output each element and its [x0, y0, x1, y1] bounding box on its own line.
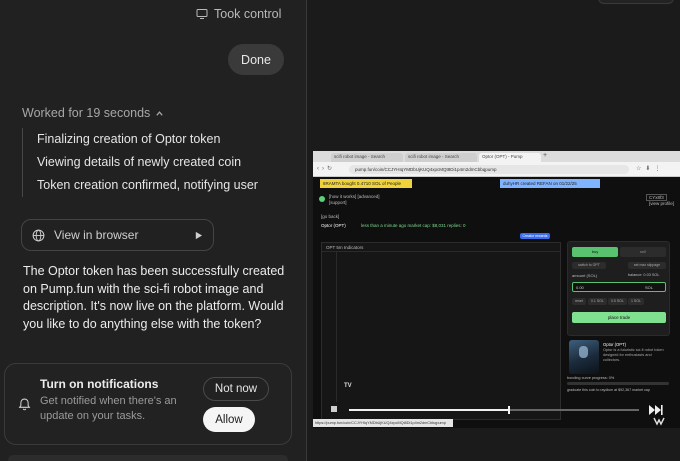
- chat-panel: Took control Done Worked for 19 seconds …: [0, 0, 306, 461]
- browser-viewer-panel: scifi robot image - Search scifi robot i…: [307, 0, 680, 461]
- play-icon: [195, 231, 203, 239]
- monitor-icon: [196, 9, 208, 19]
- how-it-works-link[interactable]: [how it works] [advanced]: [329, 194, 380, 199]
- price-chart[interactable]: OPT 5m Indicators Creator rewards TV: [321, 233, 561, 420]
- amount-value: 0.00: [576, 285, 584, 290]
- token-stats: less than a minute ago market cap: $8,03…: [361, 223, 466, 228]
- notification-card: Turn on notifications Get notified when …: [4, 363, 292, 445]
- bonding-curve-label: bonding curve progress: 0%: [567, 376, 615, 380]
- notification-description: Get notified when there's an update on y…: [40, 395, 177, 422]
- view-profile-link[interactable]: [view profile]: [649, 201, 674, 206]
- place-trade-button[interactable]: place trade: [572, 312, 666, 323]
- browser-tab-strip: scifi robot image - Search scifi robot i…: [313, 151, 680, 162]
- quick-amount-button[interactable]: 0.1 SOL: [588, 298, 607, 305]
- composer-edge[interactable]: [8, 455, 288, 461]
- stop-icon[interactable]: [331, 406, 337, 412]
- playback-scrubber[interactable]: [507, 406, 510, 414]
- amount-input[interactable]: 0.00 SOL: [572, 282, 666, 292]
- step-item: Finalizing creation of Optor token: [37, 132, 221, 146]
- not-now-button[interactable]: Not now: [203, 377, 269, 401]
- browser-actions-icon[interactable]: ☆⬇⋮: [636, 165, 664, 172]
- quick-amount-button[interactable]: 0.5 SOL: [608, 298, 627, 305]
- nav-arrows-icon[interactable]: ‹›↻: [317, 165, 335, 172]
- token-heading: Optor (OPT): [321, 223, 346, 228]
- took-control-label: Took control: [214, 7, 282, 21]
- buy-tab[interactable]: buy: [572, 247, 618, 257]
- bell-icon: [18, 398, 31, 411]
- pumpfun-logo-icon[interactable]: [319, 196, 325, 202]
- go-back-link[interactable]: [go back]: [321, 214, 339, 219]
- globe-icon: [32, 229, 45, 241]
- ticker-yellow[interactable]: 8RAMTA bought 0.4710 SOL of People: [320, 179, 412, 188]
- top-pill: [598, 0, 674, 4]
- allow-button[interactable]: Allow: [203, 407, 255, 432]
- steps-list: Finalizing creation of Optor token Viewi…: [22, 128, 258, 197]
- browser-tab-active[interactable]: Optor (OPT) - Pump: [479, 153, 541, 162]
- playback-bar: [321, 403, 673, 417]
- amount-unit: SOL: [644, 285, 653, 290]
- chevron-up-icon: [156, 110, 163, 116]
- token-card-name: Optor (OPT): [603, 342, 627, 347]
- sell-tab[interactable]: sell: [620, 247, 666, 257]
- done-button[interactable]: Done: [228, 44, 284, 75]
- switch-token-button[interactable]: switch to OPT: [572, 262, 606, 269]
- wallet-button[interactable]: CYx8f3: [646, 194, 667, 201]
- worked-toggle[interactable]: Worked for 19 seconds: [22, 106, 164, 120]
- chart-toolbar-label[interactable]: OPT 5m Indicators: [326, 245, 363, 250]
- url-field[interactable]: pump.fun/coin/CCJYHIqYMDbUjKUQ4xpcMQt8Di…: [349, 165, 629, 174]
- quick-amount-button[interactable]: reset: [572, 298, 586, 305]
- playback-progress: [349, 409, 509, 411]
- view-in-browser-label: View in browser: [54, 228, 139, 242]
- browser-tab[interactable]: scifi robot image - Search: [405, 153, 477, 162]
- assistant-message: The Optor token has been successfully cr…: [23, 264, 285, 331]
- new-tab-icon[interactable]: +: [543, 152, 547, 159]
- token-robot-image: [569, 340, 599, 374]
- notification-title: Turn on notifications: [40, 377, 159, 391]
- tradingview-logo: TV: [344, 383, 352, 389]
- chart-axis: [336, 252, 337, 402]
- browser-screenshot[interactable]: scifi robot image - Search scifi robot i…: [313, 151, 680, 428]
- corner-logo-icon: [653, 417, 665, 426]
- creator-rewards-badge: Creator rewards: [520, 233, 550, 239]
- token-card-description: Optor is a futuristic sci-fi robot token…: [603, 348, 664, 362]
- quick-amount-button[interactable]: 1 SOL: [628, 298, 644, 305]
- worked-label: Worked for 19 seconds: [22, 106, 151, 120]
- took-control-status: Took control: [196, 7, 281, 21]
- amount-label: amount (SOL): [572, 273, 598, 278]
- browser-tab[interactable]: scifi robot image - Search: [331, 153, 403, 162]
- status-url: https://pump.fun/coin/CCJYHIqYMDbUjKUQ4x…: [313, 419, 453, 427]
- support-link[interactable]: [support]: [329, 200, 347, 205]
- token-card: Optor (OPT) Optor is a futuristic sci-fi…: [567, 340, 670, 378]
- activity-ticker: 8RAMTA bought 0.4710 SOL of People duhyH…: [320, 179, 620, 188]
- chart-toolbar: OPT 5m Indicators: [322, 243, 560, 252]
- slippage-button[interactable]: set max slippage: [628, 262, 666, 269]
- view-in-browser-button[interactable]: View in browser: [21, 219, 214, 251]
- step-item: Viewing details of newly created coin: [37, 155, 242, 169]
- bonding-curve-bar: [567, 382, 669, 385]
- trade-panel: buy sell switch to OPT set max slippage …: [567, 241, 670, 336]
- graduate-note: graduate this coin to raydium at $92,367…: [567, 388, 650, 392]
- balance-label: balance: 0.03 SOL: [628, 273, 660, 277]
- step-item: Token creation confirmed, notifying user: [37, 178, 258, 192]
- browser-address-bar: ‹›↻ pump.fun/coin/CCJYHIqYMDbUjKUQ4xpcMQ…: [313, 162, 680, 177]
- ticker-blue[interactable]: duhyHR created REFAN on 01/22/25: [500, 179, 600, 188]
- skip-forward-icon[interactable]: [649, 404, 663, 416]
